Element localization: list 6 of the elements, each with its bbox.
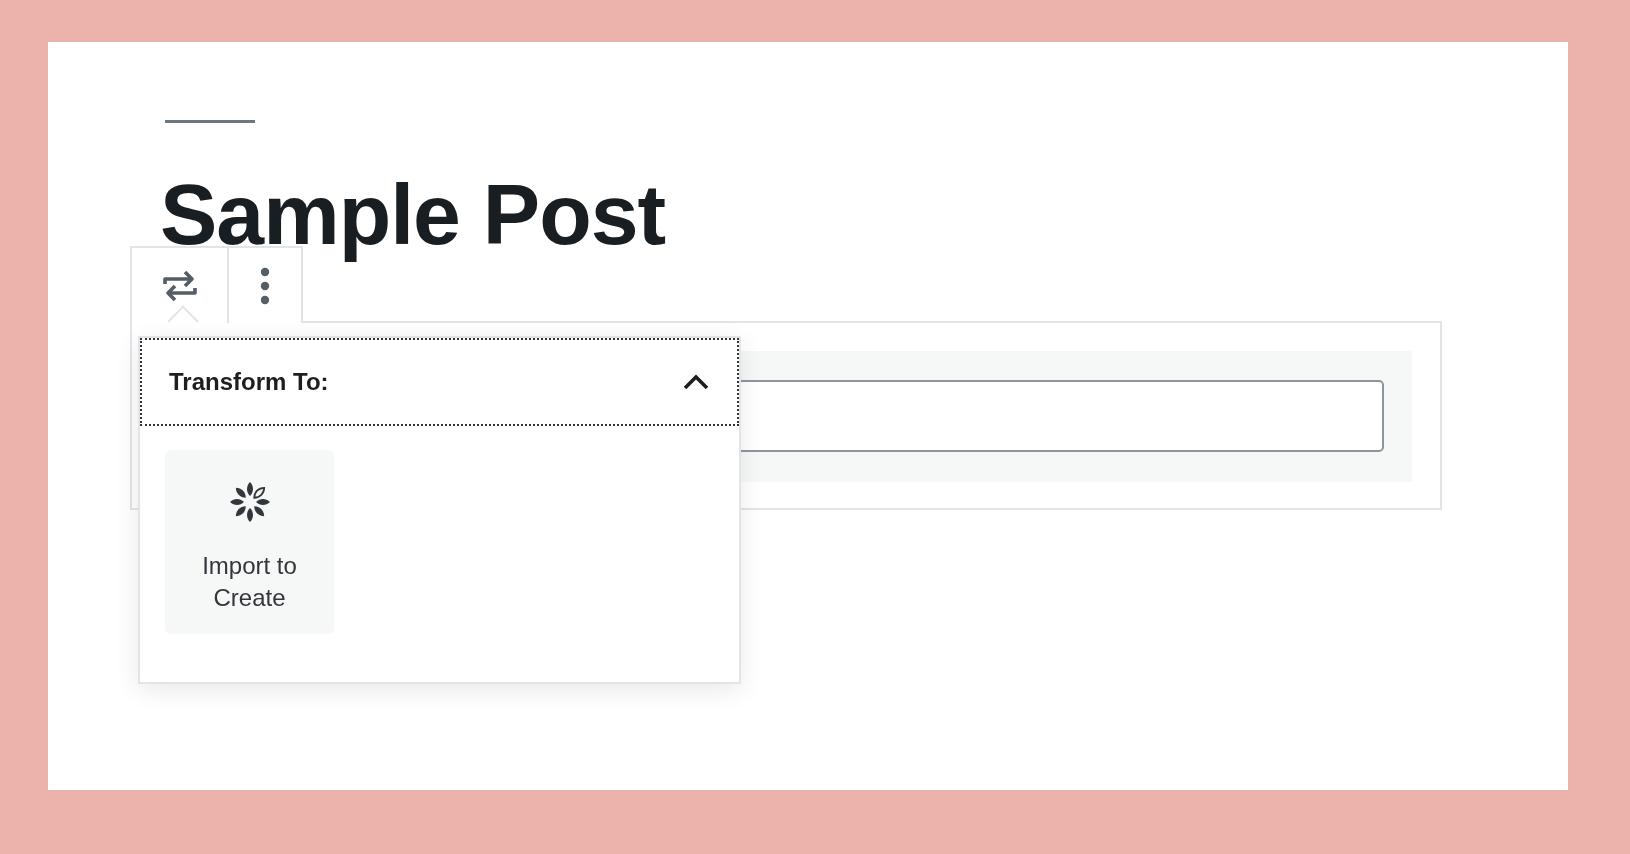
transform-option[interactable]: Import to Create bbox=[165, 450, 334, 634]
panel-heading: Transform To: bbox=[169, 368, 329, 396]
more-vertical-icon bbox=[260, 266, 270, 305]
chevron-icon bbox=[683, 374, 709, 390]
transform-panel-header[interactable]: Transform To: bbox=[140, 338, 739, 426]
repeat-arrows-icon bbox=[160, 268, 199, 303]
